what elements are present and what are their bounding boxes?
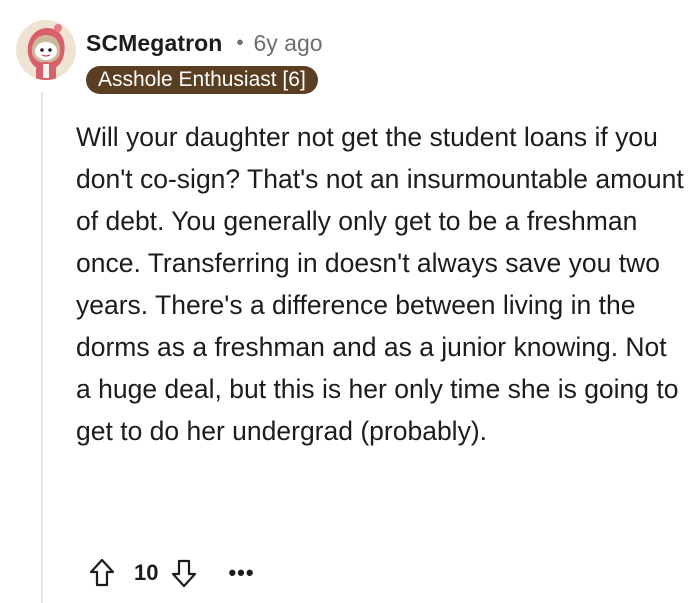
upvote-button[interactable]	[86, 555, 118, 591]
snoo-avatar-icon	[16, 20, 76, 80]
downvote-button[interactable]	[168, 555, 200, 591]
username[interactable]: SCMegatron	[86, 30, 222, 57]
comment-actions: 10 •••	[86, 555, 255, 591]
vote-score: 10	[134, 560, 159, 585]
meta-separator: •	[236, 31, 244, 54]
timestamp[interactable]: 6y ago	[253, 30, 322, 57]
thread-line	[41, 92, 43, 603]
avatar[interactable]	[16, 20, 76, 80]
comment-body: Will your daughter not get the student l…	[76, 122, 684, 446]
comment-header: SCMegatron • 6y ago	[86, 28, 323, 58]
upvote-arrow-icon	[89, 558, 115, 587]
user-flair: Asshole Enthusiast [6]	[86, 66, 318, 94]
comment: SCMegatron • 6y ago Asshole Enthusiast […	[0, 0, 700, 603]
downvote-arrow-icon	[172, 559, 197, 588]
more-options-button[interactable]: •••	[228, 555, 254, 591]
